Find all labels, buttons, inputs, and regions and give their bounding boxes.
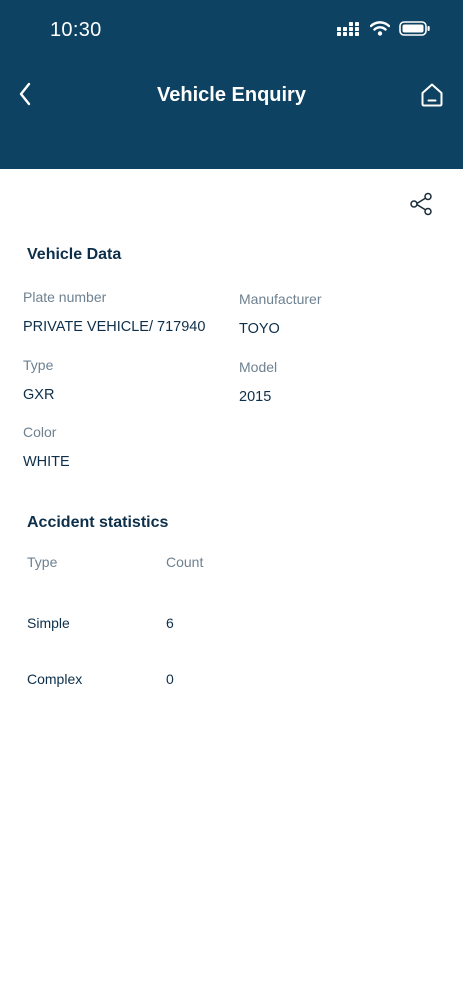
wifi-icon — [370, 21, 390, 36]
type-value: GXR — [23, 387, 55, 403]
row-count-simple: 6 — [166, 615, 174, 631]
row-type-simple: Simple — [27, 615, 70, 631]
plate-number-value: PRIVATE VEHICLE/ 717940 — [23, 319, 206, 335]
column-header-count: Count — [166, 554, 204, 570]
share-button[interactable] — [408, 191, 434, 217]
color-label: Color — [23, 424, 57, 440]
battery-icon — [399, 21, 430, 36]
home-icon — [421, 83, 443, 107]
row-count-complex: 0 — [166, 671, 174, 687]
model-label: Model — [239, 359, 278, 375]
status-icons — [337, 21, 431, 36]
share-icon — [410, 192, 432, 216]
accident-statistics-title: Accident statistics — [27, 514, 169, 531]
manufacturer-value: TOYO — [239, 321, 280, 337]
plate-number-label: Plate number — [23, 289, 107, 305]
manufacturer-label: Manufacturer — [239, 291, 322, 307]
home-button[interactable] — [419, 81, 445, 109]
column-header-type: Type — [27, 554, 58, 570]
page-title: Vehicle Enquiry — [157, 84, 306, 106]
row-type-complex: Complex — [27, 671, 83, 687]
status-time: 10:30 — [50, 19, 102, 41]
cellular-signal-icon — [337, 21, 359, 36]
model-value: 2015 — [239, 389, 272, 405]
app-header: 10:30 Vehicle Enquiry — [0, 0, 463, 169]
color-value: WHITE — [23, 454, 70, 470]
vehicle-data-title: Vehicle Data — [27, 246, 122, 263]
type-label: Type — [23, 357, 54, 373]
